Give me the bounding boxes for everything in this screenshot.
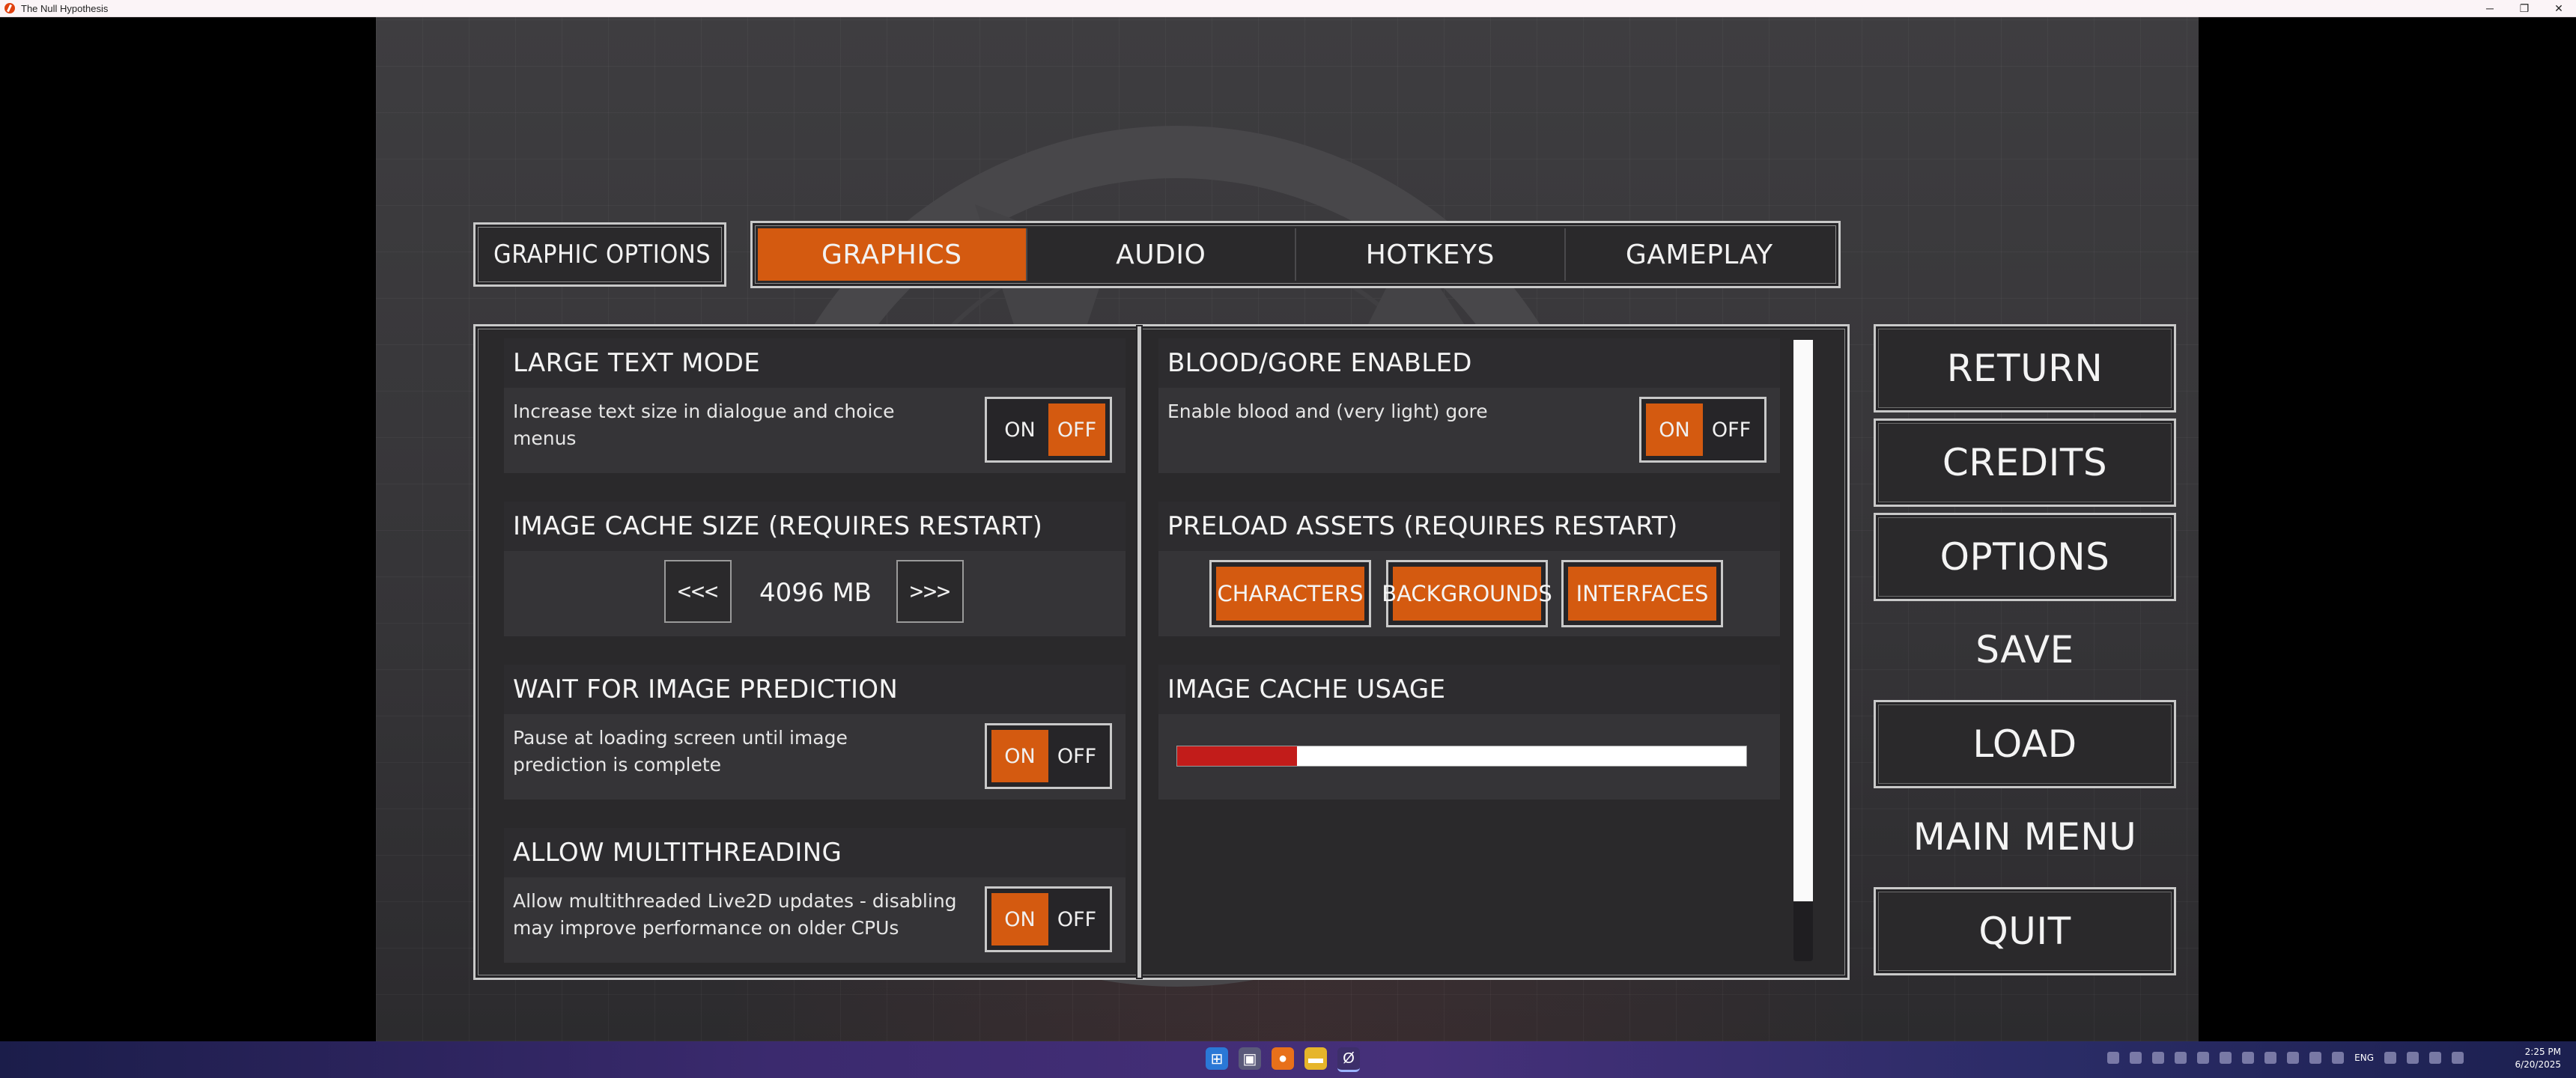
preload-interfaces-button[interactable]: INTERFACES [1561,560,1723,627]
credits-button[interactable]: CREDITS [1874,418,2176,507]
firefox-icon[interactable]: ● [1272,1047,1294,1070]
minimize-button[interactable]: ─ [2473,0,2507,16]
wait-prediction-toggle: ON OFF [985,723,1112,789]
toggle-on[interactable]: ON [991,893,1048,945]
save-button[interactable]: SAVE [1874,606,2176,694]
close-button[interactable]: ✕ [2542,0,2576,16]
tab-hotkeys[interactable]: HOTKEYS [1296,228,1566,281]
setting-image-cache: IMAGE CACHE SIZE (REQUIRES RESTART) <<< … [504,502,1126,636]
tray-app-icon[interactable] [2197,1052,2210,1064]
toggle-off[interactable]: OFF [1048,404,1105,456]
cache-increase-button[interactable]: >>> [896,560,964,623]
setting-description: Enable blood and (very light) gore [1167,401,1488,422]
toggle-off[interactable]: OFF [1048,730,1105,782]
game-screen: GRAPHIC OPTIONS GRAPHICS AUDIO HOTKEYS G… [376,17,2199,1041]
window-title-bar: The Null Hypothesis ─ ❐ ✕ [0,0,2576,17]
column-divider [1137,326,1141,978]
settings-scrollbar[interactable] [1793,340,1813,961]
tab-graphics[interactable]: GRAPHICS [758,228,1027,281]
setting-title: ALLOW MULTITHREADING [504,828,1126,877]
toggle-off[interactable]: OFF [1703,404,1760,456]
tray-app-icon[interactable] [2107,1052,2120,1064]
setting-title: IMAGE CACHE USAGE [1158,665,1780,714]
tray-app-icon[interactable] [2287,1052,2300,1064]
setting-multithreading: ALLOW MULTITHREADING Allow multithreaded… [504,828,1126,963]
system-tray: ENG [2107,1052,2464,1064]
setting-large-text: LARGE TEXT MODE Increase text size in di… [504,338,1126,473]
tray-app-icon[interactable] [2309,1052,2322,1064]
wifi-icon[interactable] [2407,1052,2419,1064]
taskbar-apps: ⊞ ▣ ● ▬ Ø [1206,1047,1360,1072]
toggle-on[interactable]: ON [991,730,1048,782]
window-controls: ─ ❐ ✕ [2473,0,2576,16]
preload-characters-button[interactable]: CHARACTERS [1209,560,1371,627]
setting-description: Increase text size in dialogue and choic… [513,401,895,449]
settings-panel: LARGE TEXT MODE Increase text size in di… [473,324,1850,980]
game-app-icon[interactable]: Ø [1337,1047,1360,1072]
load-button[interactable]: LOAD [1874,700,2176,788]
tray-app-icon[interactable] [2220,1052,2232,1064]
cache-size-value: 4096 MB [759,578,872,608]
setting-description: Pause at loading screen until image pred… [513,727,848,776]
button-label: BACKGROUNDS [1382,567,1552,621]
language-indicator[interactable]: ENG [2354,1053,2374,1063]
setting-title: PRELOAD ASSETS (REQUIRES RESTART) [1158,502,1780,551]
blood-gore-toggle: ON OFF [1639,397,1767,463]
keyboard-icon[interactable] [2384,1052,2396,1064]
tray-app-icon[interactable] [2264,1052,2277,1064]
toggle-off[interactable]: OFF [1048,893,1105,945]
volume-icon[interactable] [2429,1052,2441,1064]
toggle-on[interactable]: ON [991,404,1048,456]
setting-cache-usage: IMAGE CACHE USAGE [1158,665,1780,800]
toggle-on[interactable]: ON [1646,404,1703,456]
setting-description: Allow multithreaded Live2D updates - dis… [513,890,957,939]
clock-date: 6/20/2025 [2515,1059,2561,1070]
scrollbar-thumb[interactable] [1793,340,1813,901]
battery-icon[interactable] [2452,1052,2464,1064]
main-menu-button[interactable]: MAIN MENU [1874,793,2176,881]
app-icon [4,3,15,13]
tab-gameplay[interactable]: GAMEPLAY [1566,228,1834,281]
tab-audio[interactable]: AUDIO [1027,228,1296,281]
tray-app-icon[interactable] [2152,1052,2165,1064]
options-button[interactable]: OPTIONS [1874,513,2176,601]
setting-wait-prediction: WAIT FOR IMAGE PREDICTION Pause at loadi… [504,665,1126,800]
tray-app-icon[interactable] [2242,1052,2255,1064]
setting-title: LARGE TEXT MODE [504,338,1126,388]
cache-decrease-button[interactable]: <<< [664,560,732,623]
options-tabs: GRAPHICS AUDIO HOTKEYS GAMEPLAY [750,221,1841,288]
tray-app-icon[interactable] [2130,1052,2142,1064]
setting-title: IMAGE CACHE SIZE (REQUIRES RESTART) [504,502,1126,551]
task-view-icon[interactable]: ▣ [1239,1047,1261,1070]
clock-time: 2:25 PM [2524,1047,2561,1057]
window-title: The Null Hypothesis [21,2,109,14]
section-label: GRAPHIC OPTIONS [473,222,726,287]
taskbar: ⊞ ▣ ● ▬ Ø ENG 2:25 PM 6/20/2025 [0,1041,2576,1078]
cache-usage-fill [1177,746,1297,766]
button-label: INTERFACES [1568,567,1716,621]
button-label: CHARACTERS [1216,567,1364,621]
large-text-toggle: ON OFF [985,397,1112,463]
setting-title: BLOOD/GORE ENABLED [1158,338,1780,388]
return-button[interactable]: RETURN [1874,324,2176,412]
multithreading-toggle: ON OFF [985,886,1112,952]
clock[interactable]: 2:25 PM 6/20/2025 [2515,1046,2561,1071]
setting-blood-gore: BLOOD/GORE ENABLED Enable blood and (ver… [1158,338,1780,473]
setting-title: WAIT FOR IMAGE PREDICTION [504,665,1126,714]
cache-usage-bar [1176,746,1747,767]
preload-backgrounds-button[interactable]: BACKGROUNDS [1382,560,1552,627]
tray-app-icon[interactable] [2175,1052,2187,1064]
file-explorer-icon[interactable]: ▬ [1304,1047,1327,1070]
start-icon[interactable]: ⊞ [1206,1047,1228,1070]
setting-preload-assets: PRELOAD ASSETS (REQUIRES RESTART) CHARAC… [1158,502,1780,636]
tray-app-icon[interactable] [2332,1052,2345,1064]
maximize-button[interactable]: ❐ [2507,0,2542,16]
quit-button[interactable]: QUIT [1874,887,2176,975]
